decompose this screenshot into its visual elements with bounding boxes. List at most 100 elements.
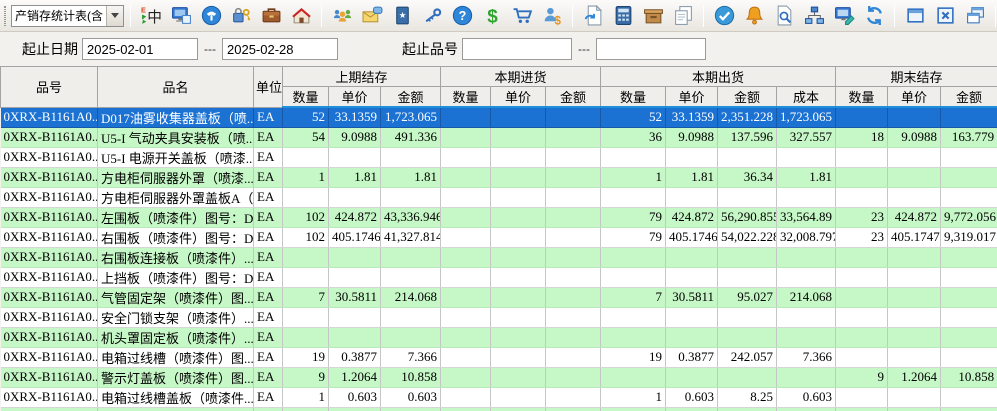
cell-out-amount[interactable]: 54,022.228 [718, 227, 777, 247]
cell-out-qty[interactable] [601, 327, 666, 347]
cell-product-no[interactable]: 0XRX-B1161A0... [1, 287, 98, 307]
bell-button[interactable] [740, 2, 768, 30]
cell-end-price[interactable]: 424.872 [888, 207, 941, 227]
column-header[interactable]: 单价 [888, 87, 941, 108]
column-header[interactable]: 金额 [381, 87, 441, 108]
doc-search-button[interactable] [770, 2, 798, 30]
cell-in-price[interactable] [491, 367, 546, 387]
cell-out-amount[interactable]: 242.057 [718, 347, 777, 367]
cell-end-qty[interactable] [836, 267, 888, 287]
cell-in-price[interactable] [491, 227, 546, 247]
cell-prev-price[interactable]: 0.3877 [329, 347, 381, 367]
cell-unit[interactable]: EA [254, 107, 283, 127]
cell-in-amount[interactable] [546, 107, 601, 127]
cell-unit[interactable]: EA [254, 347, 283, 367]
cell-in-qty[interactable] [441, 127, 491, 147]
cell-product-no[interactable]: 0XRX-B1161A0... [1, 127, 98, 147]
cell-prev-qty[interactable] [283, 267, 329, 287]
monitor-edit-button[interactable] [830, 2, 858, 30]
cell-out-amount[interactable] [718, 327, 777, 347]
cell-prev-amount[interactable] [381, 267, 441, 287]
cell-prev-amount[interactable] [381, 327, 441, 347]
cell-end-qty[interactable] [836, 147, 888, 167]
table-row[interactable]: 0XRX-B1161A0...气管固定架（喷漆件）图...EA730.58112… [1, 287, 997, 307]
cell-in-price[interactable] [491, 327, 546, 347]
cell-end-qty[interactable] [836, 107, 888, 127]
cell-unit[interactable]: EA [254, 207, 283, 227]
item-to-input[interactable] [596, 38, 706, 60]
cell-product-no[interactable]: 0XRX-B1161A0... [1, 187, 98, 207]
cell-product-name[interactable]: 警示灯盖板（喷漆件）图... [98, 367, 254, 387]
cell-in-amount[interactable] [546, 127, 601, 147]
cell-prev-price[interactable] [329, 247, 381, 267]
column-header[interactable]: 成本 [777, 87, 836, 108]
date-from-input[interactable] [82, 38, 198, 60]
cell-prev-price[interactable] [329, 187, 381, 207]
cell-out-price[interactable]: 30.5811 [666, 287, 718, 307]
cell-end-qty[interactable] [836, 387, 888, 407]
cell-in-price[interactable] [491, 407, 546, 411]
cell-out-qty[interactable]: 7 [601, 287, 666, 307]
cell-out-price[interactable] [666, 187, 718, 207]
cell-unit[interactable]: EA [254, 227, 283, 247]
cell-in-qty[interactable] [441, 227, 491, 247]
cell-end-amount[interactable]: 163.779 [941, 127, 997, 147]
cell-product-no[interactable]: 0XRX-B1161A0... [1, 327, 98, 347]
window-restore-button[interactable] [901, 2, 929, 30]
cell-prev-price[interactable]: 424.872 [329, 207, 381, 227]
cell-out-price[interactable] [666, 247, 718, 267]
cell-out-cost[interactable] [777, 367, 836, 387]
cell-end-price[interactable] [888, 407, 941, 411]
column-header[interactable]: 单价 [491, 87, 546, 108]
cell-in-price[interactable] [491, 267, 546, 287]
check-circle-button[interactable] [710, 2, 738, 30]
cell-end-qty[interactable] [836, 347, 888, 367]
cell-out-amount[interactable]: 36.34 [718, 167, 777, 187]
cell-product-no[interactable]: 0XRX-B1161A0... [1, 367, 98, 387]
cell-end-qty[interactable] [836, 307, 888, 327]
cell-in-amount[interactable] [546, 287, 601, 307]
cell-in-price[interactable] [491, 387, 546, 407]
cell-end-amount[interactable] [941, 147, 997, 167]
cell-in-amount[interactable] [546, 247, 601, 267]
cell-in-qty[interactable] [441, 167, 491, 187]
item-from-input[interactable] [462, 38, 572, 60]
cell-out-price[interactable] [666, 327, 718, 347]
cell-in-amount[interactable] [546, 367, 601, 387]
cell-prev-price[interactable] [329, 147, 381, 167]
lock-key-button[interactable] [227, 2, 255, 30]
cell-out-amount[interactable] [718, 187, 777, 207]
cell-prev-qty[interactable] [283, 307, 329, 327]
table-row[interactable]: 0XRX-B1161A0...电箱过线槽盖板（喷漆件...EA10.6030.6… [1, 387, 997, 407]
cell-out-qty[interactable]: 79 [601, 207, 666, 227]
cell-prev-qty[interactable]: 52 [283, 107, 329, 127]
cell-prev-amount[interactable] [381, 307, 441, 327]
table-row[interactable]: 0XRX-B1161A0...电箱过线槽（喷漆件）图...EA190.38777… [1, 347, 997, 367]
cell-prev-price[interactable]: 0.6033 [329, 407, 381, 411]
cell-end-qty[interactable] [836, 407, 888, 411]
cell-end-price[interactable] [888, 307, 941, 327]
close-window-button[interactable] [931, 2, 959, 30]
cell-in-qty[interactable] [441, 287, 491, 307]
cell-product-no[interactable]: 0XRX-B1161A0... [1, 167, 98, 187]
cell-prev-price[interactable] [329, 327, 381, 347]
table-row[interactable]: 0XRX-B1161A0...右围板（喷漆件）图号：D...EA102405.1… [1, 227, 997, 247]
cell-in-qty[interactable] [441, 347, 491, 367]
cell-out-price[interactable]: 33.1359 [666, 107, 718, 127]
cell-prev-qty[interactable] [283, 327, 329, 347]
cell-end-qty[interactable]: 23 [836, 227, 888, 247]
column-header[interactable]: 数量 [601, 87, 666, 108]
cell-prev-amount[interactable] [381, 247, 441, 267]
column-header[interactable]: 数量 [283, 87, 329, 108]
cell-out-price[interactable]: 0.603 [666, 387, 718, 407]
cell-prev-price[interactable]: 1.81 [329, 167, 381, 187]
column-header[interactable]: 金额 [941, 87, 997, 108]
cell-unit[interactable]: EA [254, 187, 283, 207]
cell-out-amount[interactable] [718, 367, 777, 387]
cell-end-amount[interactable]: 10.858 [941, 367, 997, 387]
cell-in-amount[interactable] [546, 347, 601, 367]
cell-out-price[interactable]: 0.3877 [666, 347, 718, 367]
cell-out-price[interactable]: 9.0988 [666, 127, 718, 147]
cell-end-qty[interactable] [836, 287, 888, 307]
cell-out-amount[interactable]: 95.027 [718, 287, 777, 307]
